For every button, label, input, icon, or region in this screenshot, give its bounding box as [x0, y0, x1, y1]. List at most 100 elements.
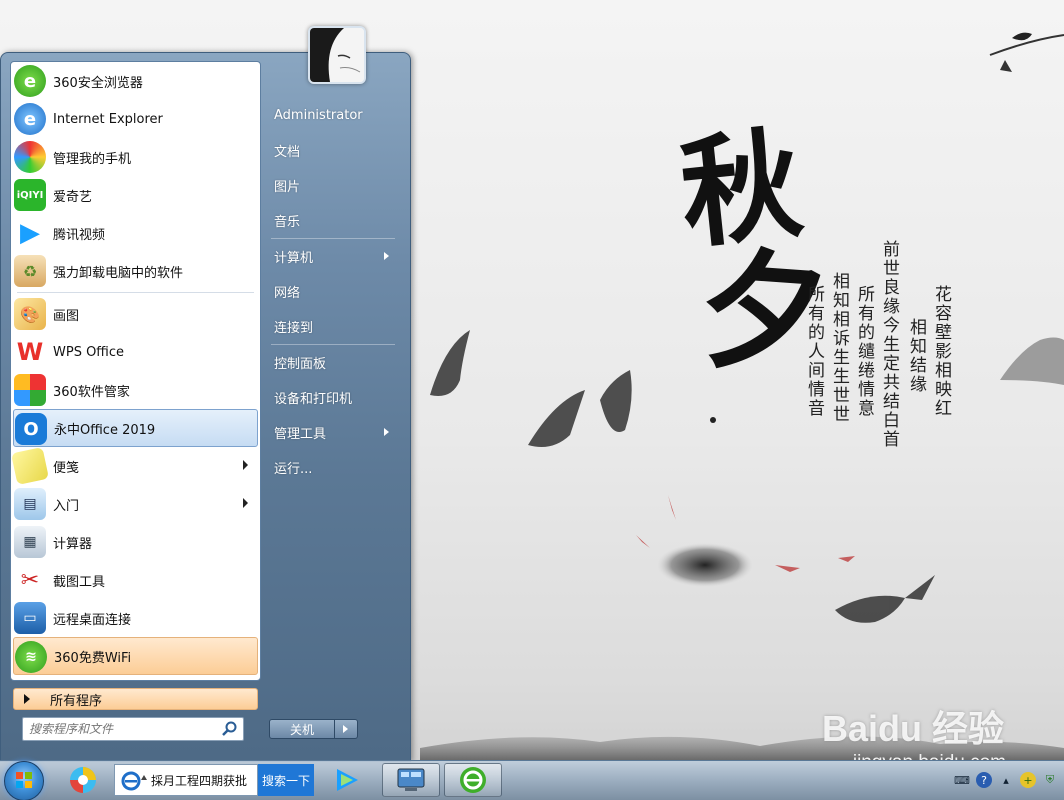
user-avatar[interactable] — [308, 26, 366, 84]
right-link-pictures[interactable]: 图片 — [263, 168, 403, 203]
right-link-label: 连接到 — [274, 321, 314, 336]
program-paint[interactable]: 🎨 画图 — [13, 295, 258, 333]
right-link-label: 管理工具 — [274, 427, 327, 442]
program-360-wifi[interactable]: ≋ 360免费WiFi — [13, 637, 258, 675]
remote-desktop-icon: ▭ — [14, 602, 46, 634]
program-label: 永中Office 2019 — [54, 422, 156, 438]
right-link-connect-to[interactable]: 连接到 — [263, 309, 403, 344]
program-label: 计算器 — [53, 536, 93, 552]
program-yozo-office[interactable]: O 永中Office 2019 — [13, 409, 258, 447]
program-internet-explorer[interactable]: e Internet Explorer — [13, 100, 258, 138]
program-label: 画图 — [53, 308, 80, 324]
avatar-image-icon — [310, 28, 364, 82]
poem-line: 所有的人间情音 — [804, 285, 824, 418]
program-label: 360免费WiFi — [54, 650, 132, 666]
right-link-devices-printers[interactable]: 设备和打印机 — [263, 380, 403, 415]
program-getting-started[interactable]: ▤ 入门 — [13, 485, 258, 523]
taskbar-app-360-security[interactable] — [62, 763, 104, 797]
right-link-control-panel[interactable]: 控制面板 — [263, 345, 403, 380]
poem-line: 相知结缘 — [906, 318, 926, 394]
submenu-arrow-icon — [384, 428, 389, 436]
program-snipping-tool[interactable]: ✂ 截图工具 — [13, 561, 258, 599]
program-label: 爱奇艺 — [53, 189, 93, 205]
start-search-box[interactable] — [22, 717, 244, 741]
right-link-label: 网络 — [274, 286, 301, 301]
taskbar-app-360-browser[interactable] — [444, 763, 502, 797]
right-link-admin-tools[interactable]: 管理工具 — [263, 415, 403, 450]
360-browser-icon: e — [14, 65, 46, 97]
program-wps-office[interactable]: W WPS Office — [13, 333, 258, 371]
help-icon[interactable]: ? — [976, 772, 992, 788]
shield-icon[interactable]: ⛨ — [1042, 772, 1058, 788]
ie-icon: e — [14, 103, 46, 135]
taskbar-search-box[interactable]: 採月工程四期获批 — [114, 764, 258, 796]
tencent-video-icon: ▶ — [20, 218, 40, 248]
wifi-icon: ≋ — [15, 641, 47, 673]
program-360-software[interactable]: 360软件管家 — [13, 371, 258, 409]
program-label: 360软件管家 — [53, 384, 130, 400]
shutdown-options-button[interactable] — [335, 719, 358, 739]
taskbar-app-control-panel[interactable] — [382, 763, 440, 797]
sticky-notes-icon — [11, 447, 49, 485]
right-link-music[interactable]: 音乐 — [263, 203, 403, 238]
right-link-label: 计算机 — [274, 251, 314, 266]
shutdown-button[interactable]: 关机 — [269, 719, 335, 739]
all-programs-label: 所有程序 — [50, 693, 103, 709]
program-label: 腾讯视频 — [53, 227, 106, 243]
program-calculator[interactable]: ▦ 计算器 — [13, 523, 258, 561]
right-link-label: Administrator — [274, 108, 363, 123]
program-list-divider — [17, 292, 254, 293]
program-label: 入门 — [53, 498, 80, 514]
tencent-video-icon — [337, 769, 358, 791]
right-link-label: 图片 — [274, 180, 301, 195]
taskbar-search-button[interactable]: 搜索一下 — [258, 764, 314, 796]
add-icon[interactable]: + — [1020, 772, 1036, 788]
right-link-network[interactable]: 网络 — [263, 274, 403, 309]
right-link-administrator[interactable]: Administrator — [263, 98, 403, 133]
control-panel-icon — [397, 768, 425, 791]
iqiyi-icon: iQIYI — [14, 179, 46, 211]
taskbar-app-tencent-video[interactable] — [324, 763, 368, 797]
360-security-icon — [70, 767, 96, 793]
tray-overflow-icon[interactable]: ▴ — [998, 772, 1014, 788]
program-sticky-notes[interactable]: 便笺 — [11, 447, 258, 485]
wps-icon: W — [14, 336, 46, 368]
right-link-label: 设备和打印机 — [274, 392, 353, 407]
taskbar-search-button-label: 搜索一下 — [261, 773, 310, 788]
all-programs-button[interactable]: 所有程序 — [13, 688, 258, 710]
taskbar-search-text: 採月工程四期获批 — [151, 773, 248, 788]
phone-manager-icon — [14, 141, 46, 173]
start-menu: e 360安全浏览器 e Internet Explorer 管理我的手机 iQ… — [0, 26, 411, 762]
ie-small-icon — [121, 771, 141, 791]
program-phone-manager[interactable]: 管理我的手机 — [13, 138, 258, 176]
program-label: 强力卸载电脑中的软件 — [53, 265, 184, 281]
right-link-documents[interactable]: 文档 — [263, 133, 403, 168]
program-label: 远程桌面连接 — [53, 612, 132, 628]
program-label: 管理我的手机 — [53, 151, 132, 167]
program-iqiyi[interactable]: iQIYI 爱奇艺 — [13, 176, 258, 214]
program-uninstaller[interactable]: ♻ 强力卸载电脑中的软件 — [13, 252, 258, 290]
system-tray: ⌨ ? ▴ + ⛨ — [954, 760, 1064, 800]
submenu-arrow-icon — [243, 498, 248, 508]
submenu-arrow-icon — [384, 252, 389, 260]
snipping-tool-icon: ✂ — [20, 567, 40, 593]
yozo-office-icon: O — [15, 413, 47, 445]
program-pane: e 360安全浏览器 e Internet Explorer 管理我的手机 iQ… — [10, 61, 261, 710]
baidu-watermark: Baidu 经验 — [821, 708, 1004, 749]
program-tencent-video[interactable]: ▶ 腾讯视频 — [13, 214, 258, 252]
search-icon[interactable] — [222, 721, 238, 737]
baidu-watermark-url: jingyan.baidu.com — [853, 752, 1006, 760]
program-360-browser[interactable]: e 360安全浏览器 — [13, 62, 258, 100]
windows-logo-icon — [16, 772, 32, 788]
poem-line: 相知相诉生生世世 — [829, 272, 849, 424]
program-list: e 360安全浏览器 e Internet Explorer 管理我的手机 iQ… — [11, 62, 258, 675]
start-button[interactable] — [4, 761, 44, 800]
program-label: 便笺 — [53, 460, 80, 476]
keyboard-icon[interactable]: ⌨ — [954, 772, 970, 788]
poem-line: 花容壁影相映红 — [931, 285, 951, 418]
start-search-input[interactable] — [29, 719, 219, 739]
right-link-label: 控制面板 — [274, 357, 327, 372]
program-remote-desktop[interactable]: ▭ 远程桌面连接 — [13, 599, 258, 637]
right-link-computer[interactable]: 计算机 — [263, 239, 403, 274]
right-link-run[interactable]: 运行... — [263, 450, 403, 485]
